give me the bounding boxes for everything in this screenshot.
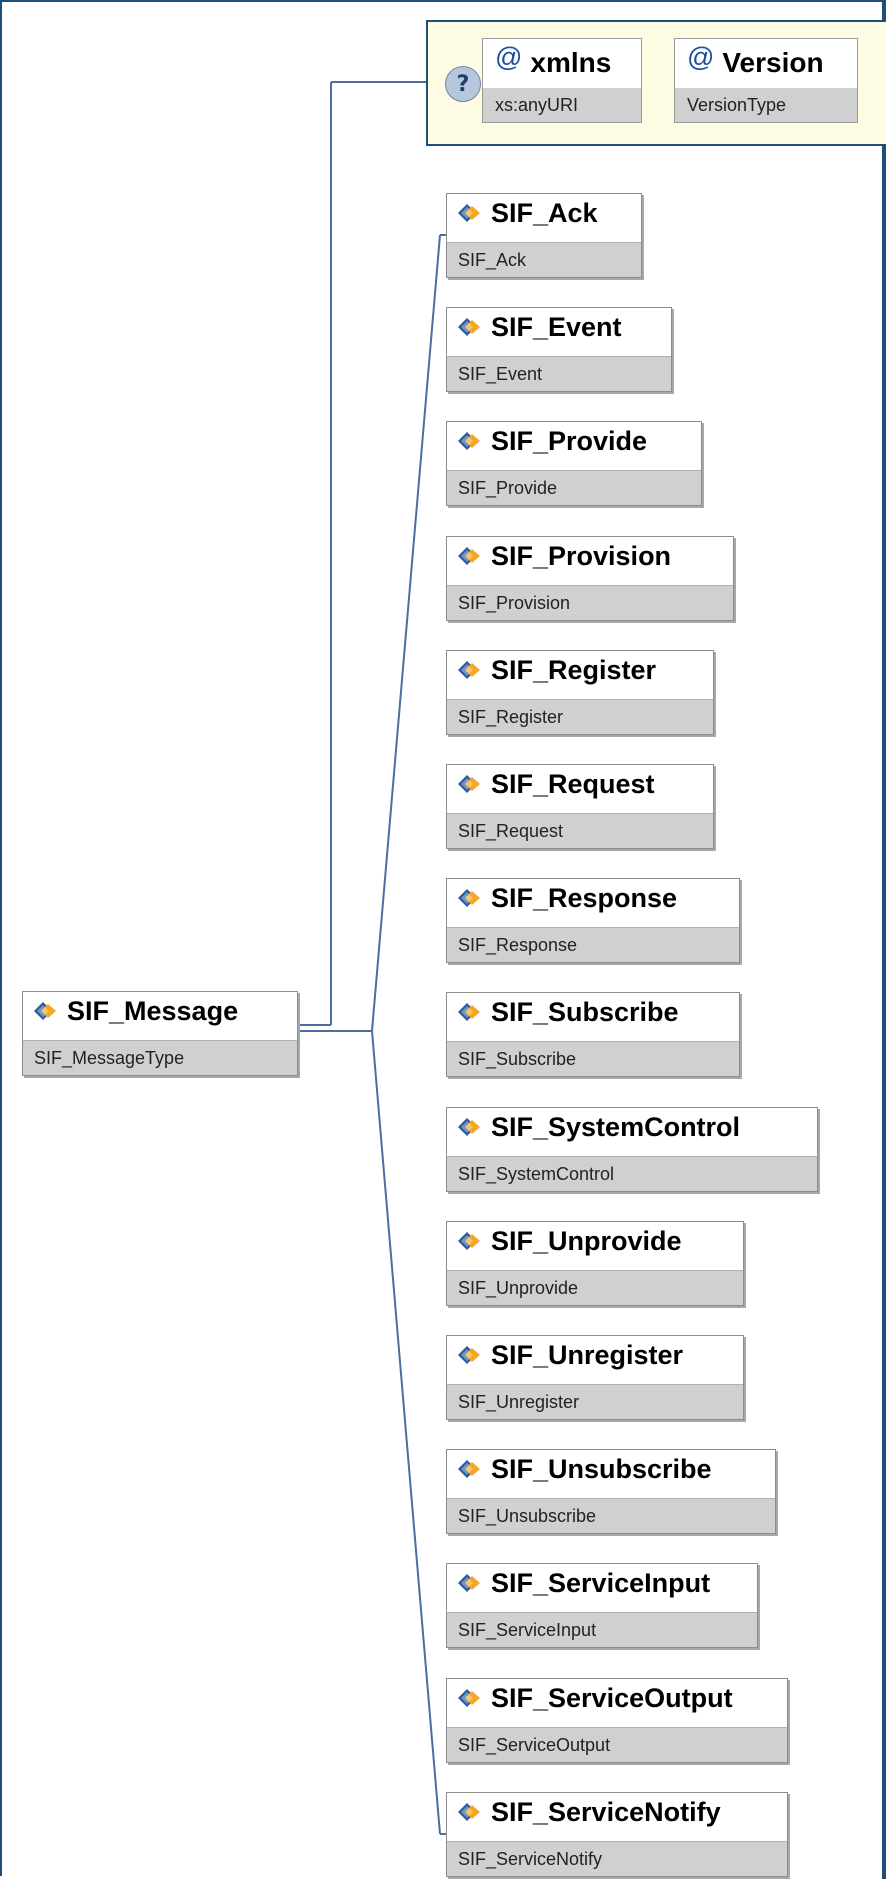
element-type: SIF_Provide (447, 470, 701, 505)
element-type: SIF_Unregister (447, 1384, 743, 1419)
connector-sequence-lower (371, 1030, 441, 1835)
attribute-at-icon: @ (495, 42, 523, 72)
element-icon (458, 318, 480, 336)
element-type: SIF_Unprovide (447, 1270, 743, 1305)
element-type: SIF_Request (447, 813, 713, 848)
element-type: SIF_Response (447, 927, 739, 962)
element-name: SIF_Unregister (491, 1339, 684, 1370)
element-name: SIF_SystemControl (491, 1111, 741, 1142)
element-name: SIF_Response (491, 882, 678, 913)
element-type: SIF_ServiceOutput (447, 1727, 787, 1762)
element-type: SIF_Event (447, 356, 671, 391)
element-icon (34, 1002, 56, 1020)
attribute-name: xmlns (530, 47, 612, 78)
child-element-node[interactable]: SIF_Unsubscribe SIF_Unsubscribe (446, 1449, 776, 1534)
child-element-node[interactable]: SIF_Ack SIF_Ack (446, 193, 642, 278)
element-type: SIF_SystemControl (447, 1156, 817, 1191)
child-element-node[interactable]: SIF_Event SIF_Event (446, 307, 672, 392)
element-icon (458, 547, 480, 565)
child-element-node[interactable]: SIF_ServiceNotify SIF_ServiceNotify (446, 1792, 788, 1877)
element-name: SIF_ServiceNotify (491, 1796, 721, 1827)
element-type: SIF_Unsubscribe (447, 1498, 775, 1533)
element-type: SIF_Subscribe (447, 1041, 739, 1076)
child-element-node[interactable]: SIF_Subscribe SIF_Subscribe (446, 992, 740, 1077)
element-type: SIF_Provision (447, 585, 733, 620)
attribute-name: Version (722, 47, 824, 78)
element-type: SIF_MessageType (23, 1040, 297, 1075)
element-icon (458, 1689, 480, 1707)
child-element-node[interactable]: SIF_Provide SIF_Provide (446, 421, 702, 506)
child-element-node[interactable]: SIF_Request SIF_Request (446, 764, 714, 849)
element-name: SIF_Ack (491, 197, 598, 228)
element-name: SIF_Event (491, 311, 622, 342)
child-element-node[interactable]: SIF_ServiceOutput SIF_ServiceOutput (446, 1678, 788, 1763)
element-icon (458, 204, 480, 222)
child-element-node[interactable]: SIF_Response SIF_Response (446, 878, 740, 963)
attribute-type: xs:anyURI (483, 88, 641, 122)
element-icon (458, 661, 480, 679)
element-type: SIF_Ack (447, 242, 641, 277)
child-element-node[interactable]: SIF_Unprovide SIF_Unprovide (446, 1221, 744, 1306)
element-icon (458, 1118, 480, 1136)
element-name: SIF_Register (491, 654, 657, 685)
element-name: SIF_Message (67, 995, 239, 1026)
element-type: SIF_Register (447, 699, 713, 734)
element-type: SIF_ServiceInput (447, 1612, 757, 1647)
element-icon (458, 1803, 480, 1821)
child-element-node[interactable]: SIF_Unregister SIF_Unregister (446, 1335, 744, 1420)
child-element-node[interactable]: SIF_Register SIF_Register (446, 650, 714, 735)
element-name: SIF_Provide (491, 425, 648, 456)
attribute-at-icon: @ (687, 42, 715, 72)
element-name: SIF_Unsubscribe (491, 1453, 712, 1484)
child-element-node[interactable]: SIF_Provision SIF_Provision (446, 536, 734, 621)
element-icon (458, 1003, 480, 1021)
element-icon (458, 1574, 480, 1592)
attribute-type: VersionType (675, 88, 857, 122)
attribute-xmlns[interactable]: @ xmlns xs:anyURI (482, 38, 642, 123)
root-element-node[interactable]: SIF_Message SIF_MessageType (22, 991, 298, 1076)
element-name: SIF_Unprovide (491, 1225, 682, 1256)
element-icon (458, 1232, 480, 1250)
element-icon (458, 889, 480, 907)
element-name: SIF_Subscribe (491, 996, 679, 1027)
element-name: SIF_ServiceInput (491, 1567, 711, 1598)
attribute-version[interactable]: @ Version VersionType (674, 38, 858, 123)
child-element-node[interactable]: SIF_ServiceInput SIF_ServiceInput (446, 1563, 758, 1648)
element-type: SIF_ServiceNotify (447, 1841, 787, 1876)
connector-sequence-upper (371, 234, 441, 1032)
element-icon (458, 775, 480, 793)
element-icon (458, 432, 480, 450)
element-name: SIF_Request (491, 768, 655, 799)
element-name: SIF_Provision (491, 540, 672, 571)
element-icon (458, 1346, 480, 1364)
element-name: SIF_ServiceOutput (491, 1682, 733, 1713)
element-icon (458, 1460, 480, 1478)
child-element-node[interactable]: SIF_SystemControl SIF_SystemControl (446, 1107, 818, 1192)
help-icon[interactable]: ? (445, 66, 481, 102)
